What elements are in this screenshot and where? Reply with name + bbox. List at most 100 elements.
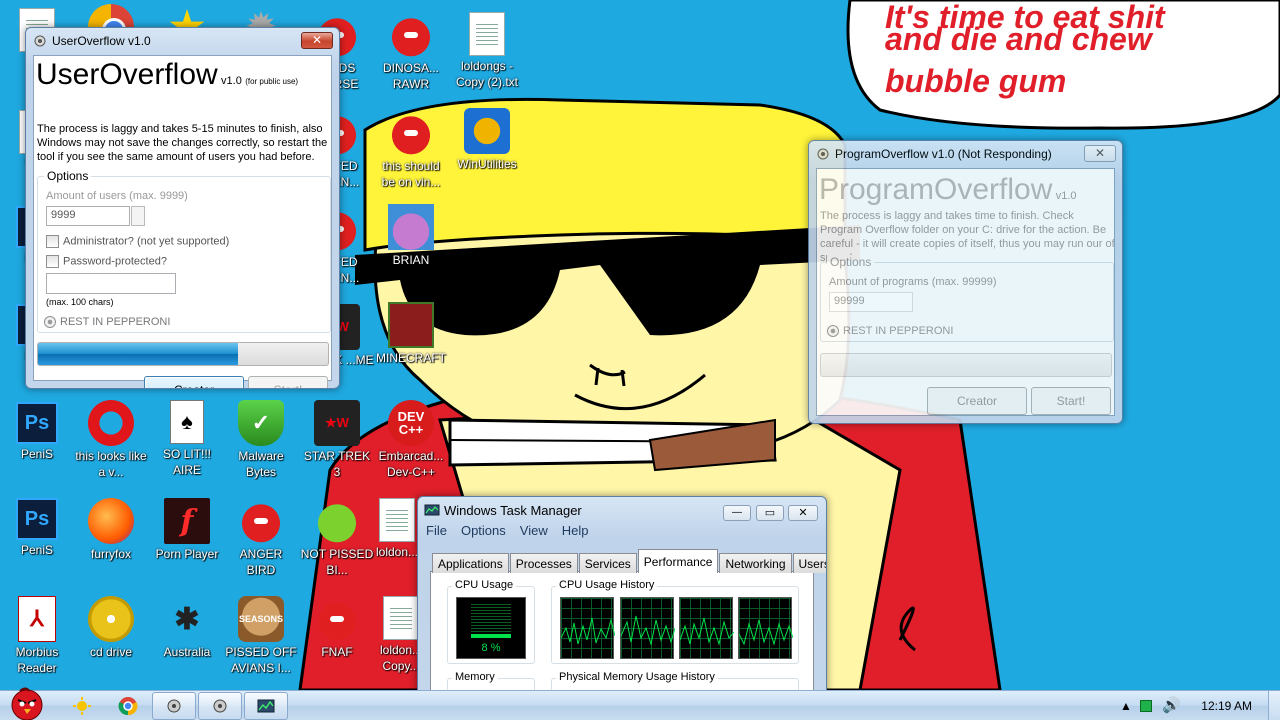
memory-label: Memory: [452, 671, 498, 683]
taskbar-explorer-button[interactable]: [60, 692, 104, 720]
tab-applications[interactable]: Applications: [432, 553, 509, 573]
minimize-button[interactable]: —: [723, 505, 751, 521]
desktop-icon-label: this looks like a v...: [75, 449, 147, 479]
password-checkbox[interactable]: Password-protected?: [46, 255, 167, 268]
desktop-icon-label: FNAF: [321, 645, 353, 659]
text-file-icon: [469, 12, 505, 56]
taskbar-useroverflow-button[interactable]: [152, 692, 196, 720]
start-button[interactable]: Start!: [248, 376, 328, 388]
options-label: Options: [827, 255, 875, 269]
close-button[interactable]: ✕: [301, 32, 333, 49]
start-button[interactable]: Start!: [1031, 387, 1111, 415]
menu-options[interactable]: Options: [461, 523, 506, 538]
useroverflow-window[interactable]: UserOverflow v1.0 ✕ UserOverflow v1.0 (f…: [25, 27, 340, 389]
maximize-button[interactable]: ▭: [756, 505, 784, 521]
tab-networking[interactable]: Networking: [719, 553, 792, 573]
desktop-icon[interactable]: ♠ SO LIT!!! AIRE: [150, 400, 224, 478]
amount-input[interactable]: 9999: [46, 206, 130, 226]
desktop-icon-label: MINECRAFT: [376, 351, 446, 365]
desktop-icon[interactable]: FNAF: [300, 596, 374, 660]
desktop-icon[interactable]: WinUtilities: [450, 108, 524, 172]
tray-overflow-icon[interactable]: ▲: [1120, 699, 1132, 713]
task-manager-window[interactable]: Windows Task Manager — ▭ ✕ File Options …: [417, 496, 827, 696]
volume-icon[interactable]: 🔊: [1162, 696, 1181, 714]
password-label: Password-protected?: [63, 255, 167, 268]
photoshop-icon: Ps: [16, 402, 58, 444]
network-icon[interactable]: [1140, 700, 1152, 712]
amount-spinner[interactable]: [131, 206, 145, 226]
window-title: Windows Task Manager: [444, 502, 582, 518]
taskbar-programoverflow-button[interactable]: [198, 692, 242, 720]
desktop-icon[interactable]: this should be on vin...: [374, 110, 448, 190]
tab-processes[interactable]: Processes: [509, 553, 578, 573]
pdf-reader-icon: ⅄: [18, 596, 56, 642]
desktop-icon-label: Malware Bytes: [238, 449, 284, 479]
desktop-icon[interactable]: ★W STAR TREK 3: [300, 400, 374, 480]
version-label: v1.0: [1055, 190, 1077, 202]
desktop-icon[interactable]: cd drive: [74, 596, 148, 660]
desktop-icon[interactable]: ⅄ Morbius Reader: [0, 596, 74, 676]
cpu-history-line: [679, 617, 735, 646]
green-pig-icon: [314, 498, 360, 544]
desktop-icon[interactable]: DINOSA... RAWR: [374, 12, 448, 92]
window-client: UserOverflow v1.0 (for public use) The p…: [33, 55, 332, 388]
desktop-icon[interactable]: Ps PeniS: [0, 402, 74, 462]
cpu-usage-label: CPU Usage: [452, 579, 517, 591]
desktop-icon[interactable]: f Porn Player: [150, 498, 224, 562]
desktop-icon[interactable]: this looks like a v...: [74, 400, 148, 480]
tab-services[interactable]: Services: [578, 553, 637, 573]
taskbar-chrome-button[interactable]: [106, 692, 150, 720]
password-input[interactable]: [46, 273, 176, 294]
creator-button[interactable]: Creator: [927, 387, 1027, 415]
desktop-icon[interactable]: ✓ Malware Bytes: [224, 400, 298, 480]
cpu-usage-meter: 8 %: [456, 597, 526, 659]
cpu-history-line: [560, 617, 616, 645]
cpu-history-graph: [560, 597, 616, 659]
taskbar-taskmanager-button[interactable]: [244, 692, 288, 720]
programoverflow-window[interactable]: ProgramOverflow v1.0 (Not Responding) ✕ …: [808, 140, 1123, 424]
system-clock[interactable]: 12:19 AM: [1201, 699, 1252, 713]
desktop-icon[interactable]: loldongs - Copy (2).txt: [450, 12, 524, 90]
menu-help[interactable]: Help: [562, 523, 589, 538]
amount-input[interactable]: 99999: [829, 292, 913, 312]
firefox-icon: [88, 498, 134, 544]
show-desktop-button[interactable]: [1268, 691, 1280, 720]
window-client: ProgramOverflow v1.0 The process is lagg…: [816, 168, 1115, 416]
gear-icon: [167, 699, 181, 713]
cpu-history-graph: [620, 597, 676, 659]
admin-checkbox[interactable]: Administrator? (not yet supported): [46, 235, 229, 248]
tab-performance[interactable]: Performance: [637, 549, 719, 573]
desktop-icon[interactable]: ANGER BIRD: [224, 498, 298, 578]
amount-label: Amount of users (max. 9999): [46, 190, 188, 202]
rest-in-pepperoni-radio[interactable]: REST IN PEPPERONI: [44, 316, 170, 329]
task-manager-icon: [257, 699, 275, 713]
start-button[interactable]: [2, 685, 52, 720]
cpu-history-line: [620, 615, 676, 646]
desktop-icon[interactable]: SEASONS PISSED OFF AVIANS I...: [224, 596, 298, 676]
shield-icon: ✓: [238, 400, 284, 446]
desktop-icon-label: WinUtilities: [457, 157, 517, 171]
close-button[interactable]: ✕: [788, 505, 818, 521]
close-button[interactable]: ✕: [1084, 145, 1116, 162]
desktop-icon[interactable]: MINECRAFT: [374, 302, 448, 366]
tab-users[interactable]: Users: [792, 553, 826, 573]
chrome-icon: [118, 697, 138, 716]
desktop-icon[interactable]: Ps PeniS: [0, 498, 74, 558]
progress-bar: [37, 342, 329, 366]
seasons-game-icon: SEASONS: [238, 596, 284, 642]
creator-button[interactable]: Creator: [144, 376, 244, 388]
cpu-history-graph: [679, 597, 735, 659]
window-titlebar[interactable]: ProgramOverflow v1.0 (Not Responding): [809, 141, 1122, 167]
menu-file[interactable]: File: [426, 523, 447, 538]
window-titlebar[interactable]: UserOverflow v1.0: [26, 28, 339, 54]
desktop-icon[interactable]: ✱ Australia: [150, 596, 224, 660]
cpu-history-group: CPU Usage History: [551, 579, 799, 664]
rest-in-pepperoni-radio[interactable]: REST IN PEPPERONI: [827, 325, 953, 338]
desktop-icon[interactable]: BRIAN: [374, 204, 448, 268]
description-text: The process is laggy and takes 5-15 minu…: [37, 123, 328, 163]
desktop-icon[interactable]: DEV C++ Embarcad... Dev-C++: [374, 400, 448, 480]
star-wars-icon: ★W: [314, 400, 360, 446]
desktop-icon[interactable]: furryfox: [74, 498, 148, 562]
menu-view[interactable]: View: [520, 523, 548, 538]
brian-bird-icon: [388, 204, 434, 250]
